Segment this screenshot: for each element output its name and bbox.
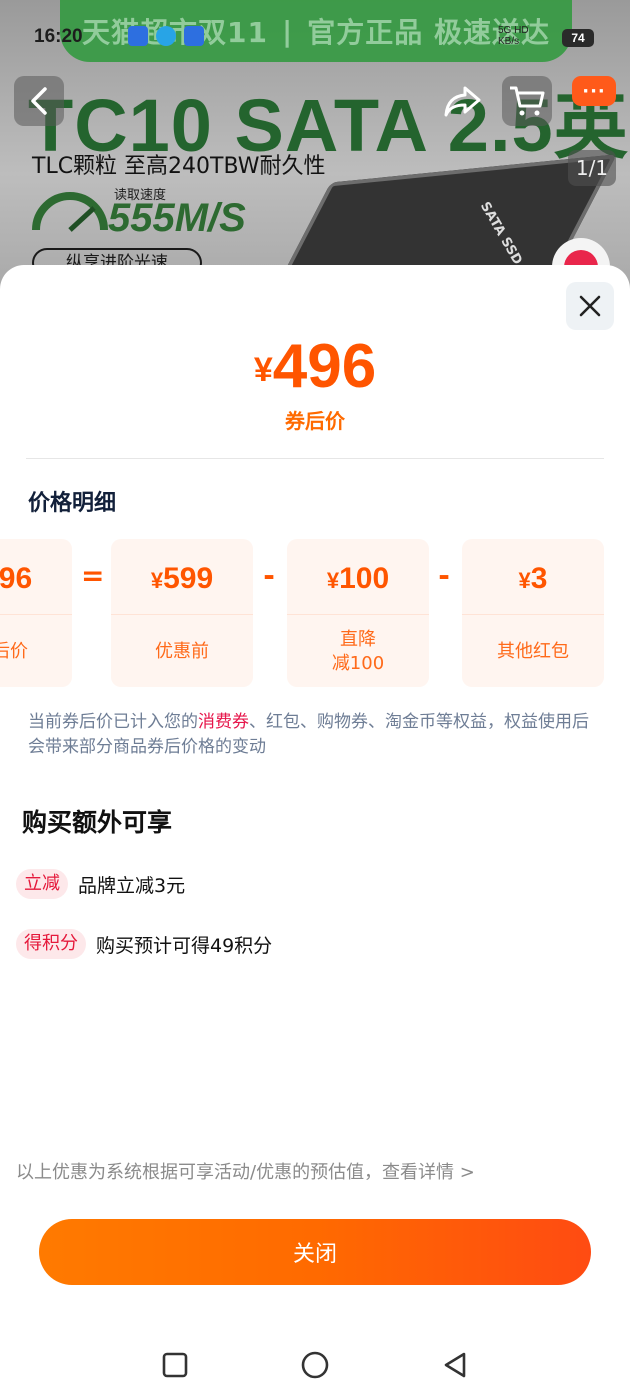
breakdown-card-final: ¥496 券后价 — [0, 539, 72, 687]
read-speed-value: 555M/S — [108, 196, 246, 240]
network-type: 5G HD — [498, 25, 529, 36]
recent-apps-icon[interactable] — [160, 1350, 190, 1380]
price-note: 当前券后价已计入您的消费券、红包、购物券、淘金币等权益，权益使用后会带来部分商品… — [28, 710, 598, 760]
minus-operator: - — [438, 559, 450, 592]
share-button[interactable] — [438, 76, 488, 126]
network-speed-unit: KB/s — [498, 36, 520, 47]
price-label: 券后价 — [285, 409, 345, 433]
divider — [26, 458, 604, 459]
speedometer-icon — [32, 192, 108, 232]
product-subline: TLC颗粒 至高240TBW耐久性 — [32, 154, 326, 179]
benefit-item: 得积分 购买预计可得49积分 — [16, 929, 272, 959]
price-breakdown[interactable]: ¥496 券后价 = ¥599 优惠前 - ¥100 直降 减100 - ¥3 … — [0, 539, 630, 687]
note-text: 当前券后价已计入您的 — [28, 712, 198, 732]
benefit-tag: 得积分 — [16, 929, 86, 959]
home-icon[interactable] — [300, 1350, 330, 1380]
system-navigation-bar — [0, 1340, 630, 1390]
share-icon — [444, 86, 481, 117]
breakdown-value: ¥496 — [0, 539, 72, 615]
back-button[interactable] — [14, 76, 64, 126]
final-price: ¥496 — [0, 331, 630, 402]
benefit-tag: 立减 — [16, 869, 68, 899]
benefit-text: 品牌立减3元 — [78, 874, 186, 897]
price-detail-sheet: ¥496 券后价 价格明细 ¥496 券后价 = ¥599 优惠前 - ¥100… — [0, 265, 630, 1400]
benefit-item: 立减 品牌立减3元 — [16, 869, 185, 899]
network-indicator: 5G HD KB/s — [498, 25, 529, 47]
currency-symbol: ¥ — [518, 568, 531, 593]
image-counter: 1/1 — [568, 150, 616, 186]
breakdown-value: ¥3 — [462, 539, 604, 615]
estimate-details-link[interactable]: 以上优惠为系统根据可享活动/优惠的预估值，查看详情 > — [16, 1158, 475, 1184]
app-notification-icon — [128, 26, 148, 46]
alipay-notification-icon — [184, 26, 204, 46]
currency-symbol: ¥ — [150, 568, 164, 593]
breakdown-label: 直降 减100 — [331, 629, 385, 674]
section-title-extra-benefits: 购买额外可享 — [22, 808, 173, 837]
equals-operator: = — [81, 559, 105, 592]
breakdown-card-other-redpacket: ¥3 其他红包 — [462, 539, 604, 687]
breakdown-label: 券后价 — [0, 641, 28, 662]
section-title-price-detail: 价格明细 — [28, 491, 117, 516]
cart-button[interactable] — [502, 76, 552, 126]
breakdown-amount: 496 — [0, 562, 33, 595]
close-icon — [579, 295, 601, 317]
currency-symbol: ¥ — [326, 568, 340, 593]
status-time: 16:20 — [34, 26, 83, 47]
qq-notification-icon — [156, 26, 176, 46]
price-value: 496 — [272, 332, 377, 401]
breakdown-amount: 599 — [163, 562, 214, 595]
breakdown-card-original: ¥599 优惠前 — [111, 539, 253, 687]
close-sheet-button[interactable] — [566, 282, 614, 330]
breakdown-value: ¥599 — [111, 539, 253, 615]
back-icon — [31, 87, 47, 115]
price-currency: ¥ — [253, 351, 273, 389]
battery-indicator: 74 — [562, 29, 594, 47]
close-button[interactable]: 关闭 — [39, 1219, 591, 1285]
breakdown-card-direct-discount: ¥100 直降 减100 — [287, 539, 429, 687]
back-nav-icon[interactable] — [440, 1350, 470, 1380]
more-menu-button[interactable]: ··· — [572, 76, 616, 106]
cart-icon — [510, 86, 545, 116]
breakdown-amount: 3 — [530, 562, 548, 595]
status-bar: 16:20 5G HD KB/s 74 — [0, 20, 630, 56]
breakdown-label: 其他红包 — [497, 641, 569, 662]
benefit-text: 购买预计可得49积分 — [96, 934, 273, 957]
notification-icons — [128, 26, 204, 46]
minus-operator: - — [263, 559, 275, 592]
consumer-coupon-link[interactable]: 消费券 — [198, 712, 249, 732]
breakdown-value: ¥100 — [287, 539, 429, 615]
breakdown-label: 优惠前 — [155, 641, 209, 662]
breakdown-amount: 100 — [339, 562, 390, 595]
